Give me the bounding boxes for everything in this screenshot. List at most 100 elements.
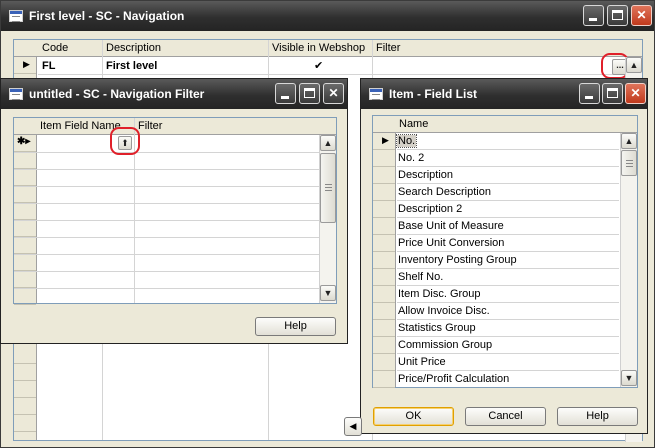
list-item[interactable]: Item Disc. Group bbox=[397, 286, 619, 303]
filter-grid-header: Item Field Name Filter bbox=[14, 118, 336, 135]
list-item[interactable]: Search Description bbox=[397, 184, 619, 201]
row-selector-current[interactable]: ▶ bbox=[373, 133, 395, 150]
col-filter[interactable]: Filter bbox=[138, 120, 162, 132]
col-filter[interactable]: Filter bbox=[376, 42, 400, 54]
help-button[interactable]: Help bbox=[557, 407, 638, 426]
scroll-down-button[interactable]: ▼ bbox=[621, 370, 637, 386]
row-selector[interactable] bbox=[373, 354, 395, 371]
row-selector[interactable] bbox=[14, 152, 36, 169]
scroll-up-button[interactable]: ▲ bbox=[626, 57, 642, 73]
row-selector[interactable] bbox=[14, 271, 36, 288]
row-selector[interactable] bbox=[373, 286, 395, 303]
list-item[interactable]: Unit Price bbox=[397, 354, 619, 371]
row-description[interactable]: First level bbox=[106, 60, 157, 72]
grip-icon bbox=[325, 184, 332, 185]
row-selector[interactable] bbox=[373, 235, 395, 252]
list-item[interactable]: Statistics Group bbox=[397, 320, 619, 337]
row-selector[interactable] bbox=[373, 218, 395, 235]
grid-line bbox=[14, 271, 336, 272]
field-name: Price/Profit Calculation bbox=[398, 373, 510, 385]
table-row[interactable]: FL First level ✔ ... bbox=[38, 58, 628, 75]
ok-button[interactable]: OK bbox=[373, 407, 454, 426]
minimize-button[interactable] bbox=[579, 83, 600, 104]
filter-help-button[interactable]: Help bbox=[255, 317, 336, 336]
list-item[interactable]: Price Unit Conversion bbox=[397, 235, 619, 252]
row-selector[interactable] bbox=[14, 186, 36, 203]
grid-line bbox=[14, 152, 336, 153]
row-selector[interactable] bbox=[14, 288, 36, 305]
row-selector[interactable] bbox=[373, 337, 395, 354]
maximize-icon bbox=[304, 88, 315, 98]
col-name[interactable]: Name bbox=[399, 118, 428, 130]
row-selector[interactable] bbox=[373, 303, 395, 320]
grid-line bbox=[14, 169, 336, 170]
list-item[interactable]: No. 2 bbox=[397, 150, 619, 167]
row-selector[interactable] bbox=[14, 398, 36, 415]
minimize-icon bbox=[589, 18, 597, 21]
list-item[interactable]: Allow Invoice Disc. bbox=[397, 303, 619, 320]
cancel-button[interactable]: Cancel bbox=[465, 407, 546, 426]
col-item-field-name[interactable]: Item Field Name bbox=[40, 120, 121, 132]
maximize-button[interactable] bbox=[607, 5, 628, 26]
field-name: Search Description bbox=[398, 186, 491, 198]
field-list-row-selectors: ▶ bbox=[373, 133, 396, 388]
list-item[interactable]: Description 2 bbox=[397, 201, 619, 218]
minimize-button[interactable] bbox=[583, 5, 604, 26]
scroll-down-button[interactable]: ▼ bbox=[320, 285, 336, 301]
row-selector[interactable] bbox=[14, 415, 36, 432]
row-selector[interactable] bbox=[14, 220, 36, 237]
close-button[interactable]: ✕ bbox=[625, 83, 646, 104]
grip-icon bbox=[626, 163, 633, 164]
current-row-arrow-icon: ▶ bbox=[23, 59, 30, 69]
row-selector-current[interactable]: ▶ bbox=[14, 57, 36, 74]
list-item[interactable]: Shelf No. bbox=[397, 269, 619, 286]
row-selector[interactable] bbox=[373, 150, 395, 167]
row-selector[interactable] bbox=[373, 371, 395, 388]
row-code[interactable]: FL bbox=[42, 60, 55, 72]
row-selector[interactable] bbox=[373, 201, 395, 218]
hidden-nav-button[interactable]: ◀ bbox=[344, 417, 362, 436]
scroll-thumb[interactable] bbox=[320, 153, 336, 223]
minimize-button[interactable] bbox=[275, 83, 296, 104]
list-item[interactable]: Description bbox=[397, 167, 619, 184]
scroll-up-button[interactable]: ▲ bbox=[320, 135, 336, 151]
scroll-thumb[interactable] bbox=[621, 150, 637, 176]
list-item[interactable]: No. bbox=[395, 133, 619, 150]
close-button[interactable]: ✕ bbox=[631, 5, 652, 26]
list-item[interactable]: Inventory Posting Group bbox=[397, 252, 619, 269]
row-selector[interactable] bbox=[14, 381, 36, 398]
row-selector[interactable] bbox=[14, 237, 36, 254]
row-selector-new[interactable]: ✱▸ bbox=[14, 135, 36, 152]
col-code[interactable]: Code bbox=[42, 42, 68, 54]
field-list-scrollbar[interactable]: ▲ ▼ bbox=[620, 133, 637, 387]
main-titlebar[interactable]: First level - SC - Navigation ✕ bbox=[1, 1, 654, 31]
row-selector[interactable] bbox=[14, 364, 36, 381]
grid-line bbox=[14, 220, 336, 221]
row-selector[interactable] bbox=[373, 167, 395, 184]
col-visible-webshop[interactable]: Visible in Webshop bbox=[272, 42, 365, 54]
list-item[interactable]: Commission Group bbox=[397, 337, 619, 354]
scroll-up-button[interactable]: ▲ bbox=[621, 133, 637, 149]
list-item[interactable]: Base Unit of Measure bbox=[397, 218, 619, 235]
visible-checkmark-icon[interactable]: ✔ bbox=[314, 59, 323, 72]
filter-row-selectors: ✱▸ bbox=[14, 135, 37, 305]
field-list-titlebar[interactable]: Item - Field List ✕ bbox=[361, 79, 647, 109]
row-selector[interactable] bbox=[373, 269, 395, 286]
row-selector[interactable] bbox=[14, 254, 36, 271]
maximize-button[interactable] bbox=[299, 83, 320, 104]
close-button[interactable]: ✕ bbox=[323, 83, 344, 104]
row-selector[interactable] bbox=[373, 184, 395, 201]
list-item[interactable]: Price/Profit Calculation bbox=[397, 371, 619, 388]
filter-scrollbar[interactable]: ▲ ▼ bbox=[319, 135, 336, 303]
maximize-button[interactable] bbox=[602, 83, 623, 104]
row-selector[interactable] bbox=[14, 347, 36, 364]
row-selector[interactable] bbox=[373, 252, 395, 269]
field-name: Allow Invoice Disc. bbox=[398, 305, 490, 317]
row-selector[interactable] bbox=[14, 203, 36, 220]
grid-line bbox=[14, 288, 336, 289]
col-description[interactable]: Description bbox=[106, 42, 161, 54]
row-selector[interactable] bbox=[373, 320, 395, 337]
row-selector[interactable] bbox=[14, 169, 36, 186]
field-name: Price Unit Conversion bbox=[398, 237, 505, 249]
filter-titlebar[interactable]: untitled - SC - Navigation Filter ✕ bbox=[1, 79, 347, 109]
